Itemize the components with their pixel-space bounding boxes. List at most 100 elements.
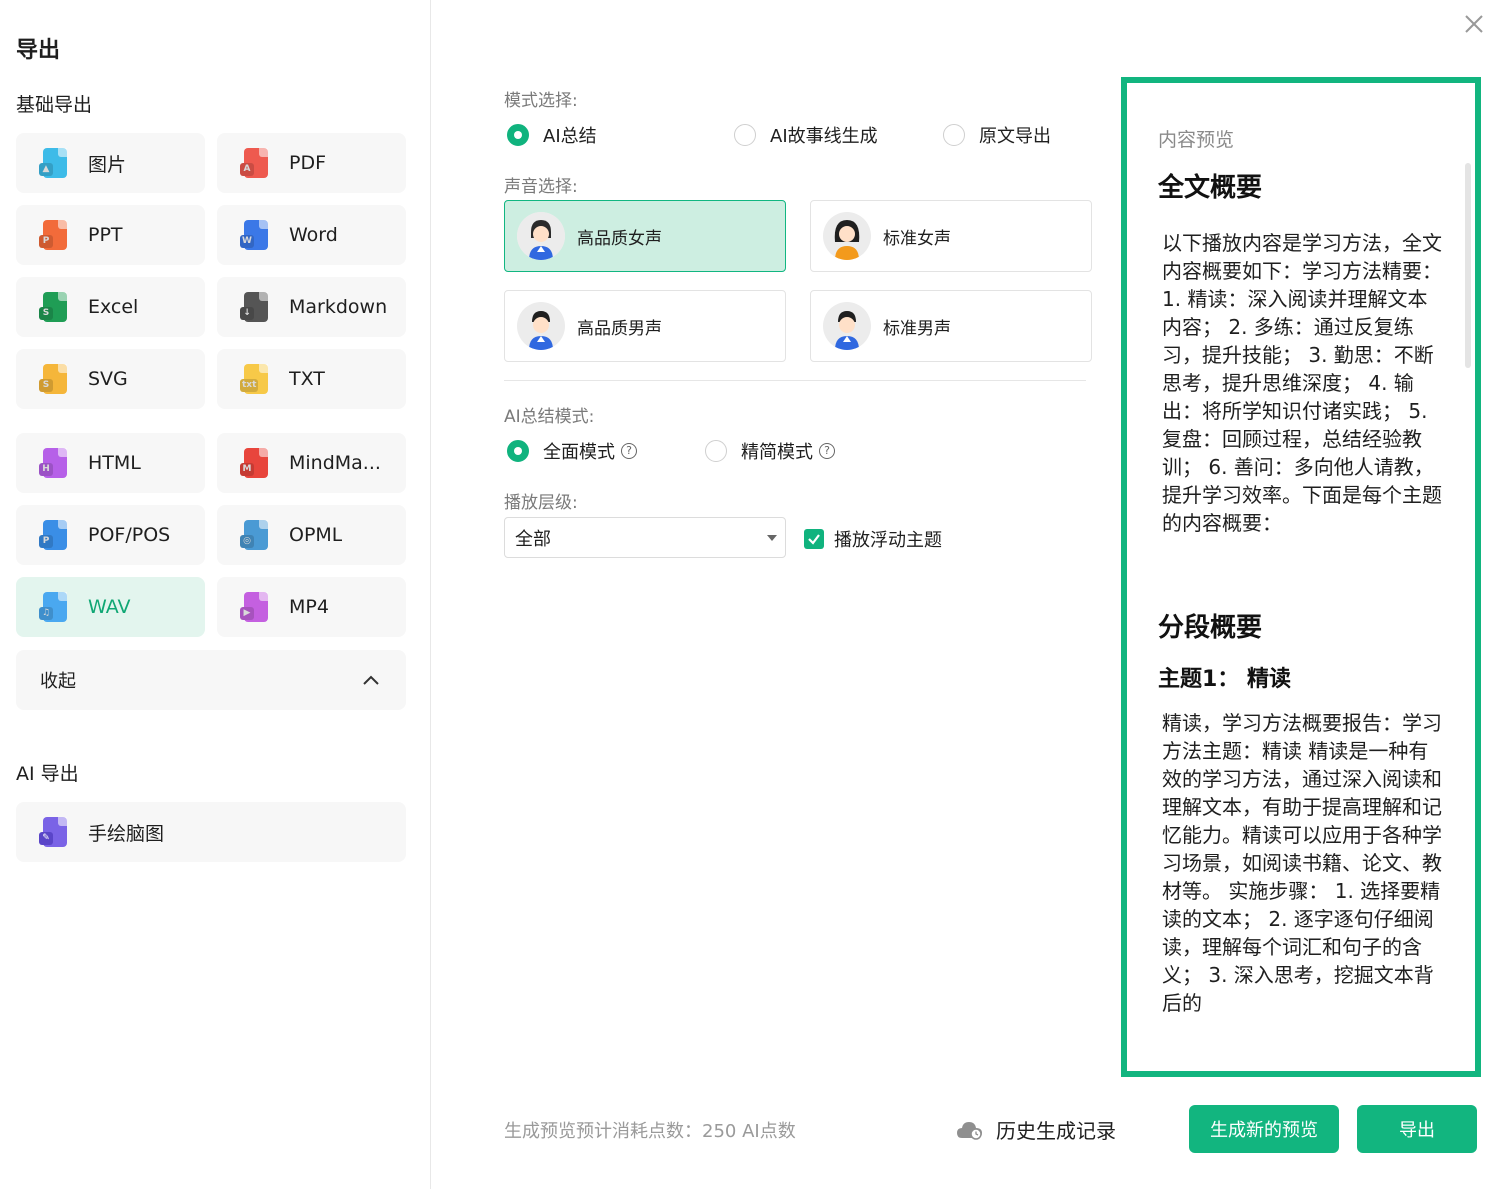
txt-file-icon: txt — [240, 364, 268, 394]
mode-label: 模式选择: — [504, 91, 578, 111]
ai-export-button-mindmap[interactable]: ✎ 手绘脑图 — [16, 802, 406, 862]
help-icon[interactable]: ? — [819, 443, 835, 459]
mode-radio-original[interactable]: 原文导出 — [943, 122, 1051, 148]
format-label: OPML — [289, 524, 343, 546]
collapse-label: 收起 — [40, 671, 76, 692]
cost-text: 生成预览预计消耗点数：250 AI点数 — [504, 1121, 796, 1142]
regenerate-preview-button[interactable]: 生成新的预览 — [1189, 1105, 1339, 1153]
format-button-markdown[interactable]: ↓ Markdown — [217, 277, 406, 337]
help-icon[interactable]: ? — [621, 443, 637, 459]
format-button-ppt[interactable]: P PPT — [16, 205, 205, 265]
export-button[interactable]: 导出 — [1357, 1105, 1477, 1153]
format-button-svg[interactable]: S SVG — [16, 349, 205, 409]
level-select[interactable]: 全部 — [504, 517, 786, 558]
history-button[interactable]: 历史生成记录 — [956, 1115, 1116, 1144]
radio-dot — [507, 440, 529, 462]
voice-label-text: 高品质女声 — [577, 228, 662, 249]
mode-option-label: AI总结 — [543, 126, 597, 147]
radio-dot — [705, 440, 727, 462]
format-button-word[interactable]: W Word — [217, 205, 406, 265]
voice-card-hq-male[interactable]: 高品质男声 — [504, 290, 786, 362]
radio-dot — [943, 124, 965, 146]
pof-file-icon: P — [39, 520, 67, 550]
format-button-pdf[interactable]: A PDF — [217, 133, 406, 193]
female-avatar-icon — [517, 212, 565, 260]
format-button-excel[interactable]: S Excel — [16, 277, 205, 337]
summary-mode-label: AI总结模式: — [504, 407, 595, 427]
format-button-mp4[interactable]: ▶ MP4 — [217, 577, 406, 637]
voice-card-hq-female[interactable]: 高品质女声 — [504, 200, 786, 272]
radio-dot — [507, 124, 529, 146]
summary-radio-full[interactable]: 全面模式 ? — [507, 438, 637, 464]
ai-export-label: 手绘脑图 — [88, 822, 165, 845]
summary-option-label: 精简模式 — [741, 442, 813, 463]
format-button-html[interactable]: H HTML — [16, 433, 205, 493]
mode-option-label: 原文导出 — [979, 126, 1051, 147]
preview-section-title: 分段概要 — [1158, 613, 1263, 643]
voice-label-text: 标准男声 — [883, 318, 951, 339]
ppt-file-icon: P — [39, 220, 67, 250]
format-label: Word — [289, 224, 338, 246]
format-label: WAV — [88, 596, 131, 618]
format-label: HTML — [88, 452, 141, 474]
format-button-opml[interactable]: ◎ OPML — [217, 505, 406, 565]
format-button-txt[interactable]: txt TXT — [217, 349, 406, 409]
voice-label-text: 标准女声 — [883, 228, 951, 249]
svg-file-icon: S — [39, 364, 67, 394]
format-button-pof-pos[interactable]: P POF/POS — [16, 505, 205, 565]
markdown-file-icon: ↓ — [240, 292, 268, 322]
close-icon[interactable] — [1462, 12, 1486, 36]
format-button-wav[interactable]: ♫ WAV — [16, 577, 205, 637]
format-label: MindMa... — [289, 452, 381, 474]
male-avatar-icon — [823, 302, 871, 350]
format-label: POF/POS — [88, 524, 171, 546]
voice-label-text: 高品质男声 — [577, 318, 662, 339]
level-label: 播放层级: — [504, 493, 578, 513]
collapse-button[interactable]: 收起 — [16, 650, 406, 710]
mode-radio-ai-storyline[interactable]: AI故事线生成 — [734, 122, 878, 148]
mode-radio-ai-summary[interactable]: AI总结 — [507, 122, 597, 148]
format-button-图片[interactable]: ▲ 图片 — [16, 133, 205, 193]
preview-topic-title: 主题1： 精读 — [1158, 667, 1291, 692]
mindmanager-file-icon: M — [240, 448, 268, 478]
preview-topic-text: 精读，学习方法概要报告：学习方法主题：精读 精读是一种有效的学习方法，通过深入阅… — [1162, 711, 1442, 1015]
divider — [504, 380, 1086, 381]
format-label: PPT — [88, 224, 123, 246]
preview-label: 内容预览 — [1158, 129, 1235, 151]
format-label: PDF — [289, 152, 327, 174]
preview-overview-text: 以下播放内容是学习方法，全文内容概要如下：学习方法精要： 1. 精读：深入阅读并… — [1162, 231, 1442, 535]
level-select-value: 全部 — [515, 528, 551, 550]
opml-file-icon: ◎ — [240, 520, 268, 550]
voice-label: 声音选择: — [504, 177, 578, 197]
format-label: Excel — [88, 296, 139, 318]
voice-card-std-male[interactable]: 标准男声 — [810, 290, 1092, 362]
summary-radio-concise[interactable]: 精简模式 ? — [705, 438, 835, 464]
female-avatar-icon — [823, 212, 871, 260]
pdf-file-icon: A — [240, 148, 268, 178]
cloud-history-icon — [957, 1121, 982, 1140]
mp4-file-icon: ▶ — [240, 592, 268, 622]
format-label: TXT — [289, 368, 325, 390]
voice-card-std-female[interactable]: 标准女声 — [810, 200, 1092, 272]
preview-scrollbar[interactable] — [1465, 163, 1471, 368]
history-label: 历史生成记录 — [996, 1119, 1116, 1143]
content-preview-panel[interactable]: 内容预览 全文概要 以下播放内容是学习方法，全文内容概要如下：学习方法精要： 1… — [1121, 77, 1481, 1077]
mode-option-label: AI故事线生成 — [770, 126, 878, 147]
format-label: Markdown — [289, 296, 388, 318]
handdrawn-mindmap-icon: ✎ — [39, 817, 67, 847]
format-button-mindma-[interactable]: M MindMa... — [217, 433, 406, 493]
male-avatar-icon — [517, 302, 565, 350]
float-topic-checkbox[interactable]: 播放浮动主题 — [804, 526, 942, 552]
radio-dot — [734, 124, 756, 146]
word-file-icon: W — [240, 220, 268, 250]
excel-file-icon: S — [39, 292, 67, 322]
wav-file-icon: ♫ — [39, 592, 67, 622]
caret-down-icon — [767, 534, 777, 541]
summary-option-label: 全面模式 — [543, 442, 615, 463]
image-file-icon: ▲ — [39, 148, 67, 178]
format-label: MP4 — [289, 596, 329, 618]
format-label: 图片 — [88, 153, 127, 176]
ai-export-heading: AI 导出 — [16, 763, 79, 785]
export-dialog: 导出 基础导出 ▲ 图片 A PDF P PPT W Word S Excel ↓ Markdown S… — [0, 0, 1506, 1189]
checkbox-checked-icon — [804, 529, 824, 549]
